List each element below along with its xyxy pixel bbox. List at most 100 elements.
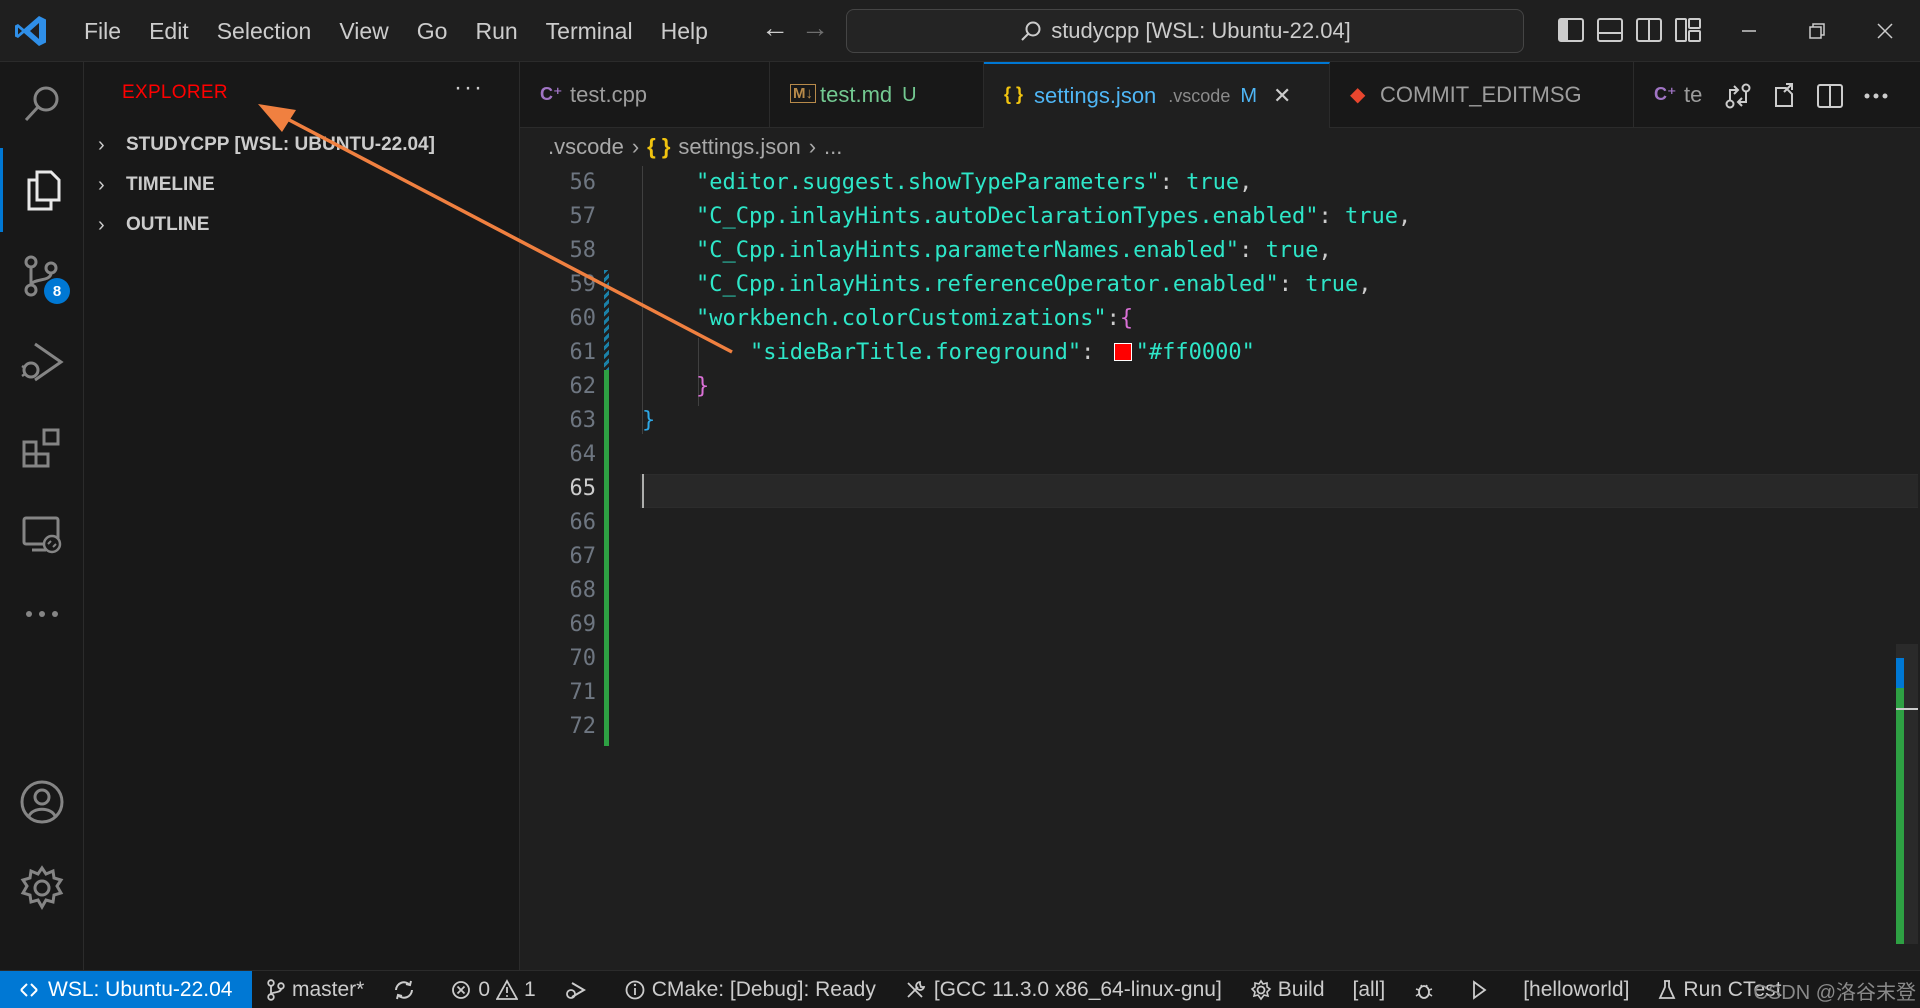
breadcrumb-folder[interactable]: .vscode: [548, 134, 624, 160]
modified-status: M: [1240, 84, 1258, 107]
toggle-secondary-sidebar-icon[interactable]: [1632, 13, 1666, 47]
extensions-icon[interactable]: [0, 406, 84, 490]
tab-label: COMMIT_EDITMSG: [1380, 82, 1582, 107]
breadcrumb-more[interactable]: ...: [824, 134, 842, 160]
problems-item[interactable]: 0 1: [436, 971, 549, 1008]
line-number: 64: [569, 442, 597, 467]
cmake-target-item[interactable]: [all]: [1339, 971, 1400, 1008]
more-actions-icon[interactable]: [1858, 79, 1894, 113]
tab-test-md[interactable]: M↓ test.md U: [770, 62, 984, 128]
tab-settings-json[interactable]: { } settings.json .vscode M ✕: [984, 62, 1330, 128]
debug-bug-icon[interactable]: [1399, 971, 1455, 1008]
source-control-icon[interactable]: 8: [0, 234, 84, 318]
menu-edit[interactable]: Edit: [135, 9, 203, 53]
remote-indicator[interactable]: WSL: Ubuntu-22.04: [0, 970, 252, 1008]
git-branch-item[interactable]: master*: [252, 971, 378, 1008]
gear-icon: [1250, 979, 1272, 1000]
menu-view[interactable]: View: [325, 9, 402, 53]
editor-tab-bar: C⁺ test.cpp M↓ test.md U { } settings.js…: [520, 62, 1920, 128]
vscode-logo-icon: [0, 0, 62, 62]
tab-label: test.md: [820, 82, 893, 107]
line-number: 68: [569, 578, 597, 603]
close-tab-icon[interactable]: ✕: [1273, 83, 1291, 109]
minimize-window-icon[interactable]: [1714, 0, 1784, 62]
go-back-arrow-icon[interactable]: ←: [755, 12, 795, 44]
restore-window-icon[interactable]: [1782, 0, 1852, 62]
run-debug-icon[interactable]: [0, 320, 84, 404]
indent-guide: [642, 166, 643, 434]
section-outline[interactable]: › OUTLINE: [84, 206, 519, 244]
menu-help[interactable]: Help: [647, 9, 722, 53]
beaker-icon: [1659, 979, 1676, 999]
menu-terminal[interactable]: Terminal: [532, 9, 647, 53]
account-icon[interactable]: [0, 760, 84, 844]
cmake-build-button[interactable]: Build: [1236, 971, 1339, 1008]
color-swatch-red[interactable]: [1113, 343, 1132, 361]
sidebar-more-actions-icon[interactable]: ···: [454, 74, 484, 102]
settings-gear-icon[interactable]: [0, 846, 84, 930]
line-number: 57: [569, 204, 597, 229]
section-label: OUTLINE: [126, 214, 210, 235]
search-icon: [1021, 21, 1041, 41]
explorer-files-icon[interactable]: [0, 148, 84, 232]
cpp-file-icon: C⁺: [1654, 84, 1677, 104]
chevron-right-icon: ›: [808, 134, 817, 159]
tools-icon: [907, 980, 926, 998]
line-number: 71: [569, 680, 597, 705]
diff-modified-indicator: [604, 270, 609, 370]
command-center-label: studycpp [WSL: Ubuntu-22.04]: [1051, 18, 1351, 43]
customize-layout-icon[interactable]: [1671, 13, 1705, 47]
close-window-icon[interactable]: [1850, 0, 1920, 62]
open-changes-icon[interactable]: [1720, 79, 1756, 113]
toggle-panel-icon[interactable]: [1593, 13, 1627, 47]
section-label: STUDYCPP [WSL: UBUNTU-22.04]: [126, 134, 435, 155]
remote-explorer-icon[interactable]: [0, 492, 84, 576]
source-control-badge: 8: [44, 278, 70, 304]
tab-commit-editmsg[interactable]: ◆ COMMIT_EDITMSG: [1330, 62, 1634, 128]
title-bar: File Edit Selection View Go Run Terminal…: [0, 0, 1920, 62]
line-number: 63: [569, 408, 597, 433]
cmake-status-item[interactable]: CMake: [Debug]: Ready: [610, 971, 890, 1008]
launch-target-item[interactable]: [helloworld]: [1509, 971, 1643, 1008]
scrollbar-added-marker: [1896, 688, 1904, 944]
toggle-primary-sidebar-icon[interactable]: [1554, 13, 1588, 47]
menu-go[interactable]: Go: [403, 9, 462, 53]
tab-test-cpp[interactable]: C⁺ test.cpp: [520, 62, 770, 128]
section-workspace-folder[interactable]: › STUDYCPP [WSL: UBUNTU-22.04]: [84, 126, 519, 164]
line-number: 60: [569, 306, 597, 331]
line-number: 56: [569, 170, 597, 195]
watermark: CSDN @洛谷末登: [1753, 982, 1916, 1004]
tab-label: settings.json: [1034, 83, 1157, 108]
line-number: 72: [569, 714, 597, 739]
section-label: TIMELINE: [126, 174, 215, 195]
json-file-icon: { }: [647, 134, 671, 159]
run-play-icon[interactable]: [1455, 971, 1509, 1008]
scrollbar-cursor-marker: [1896, 708, 1918, 710]
code-line-62: }: [696, 374, 710, 399]
remote-icon: [20, 982, 38, 997]
go-forward-arrow-icon[interactable]: →: [795, 12, 835, 44]
code-editor[interactable]: 56 57 58 59 60 61 62 63 64 65 66 67 68 6…: [520, 166, 1920, 970]
text-cursor: [642, 474, 644, 508]
sync-changes-icon[interactable]: [378, 971, 436, 1008]
tab-te-partial[interactable]: C⁺ te: [1634, 62, 1720, 128]
line-number: 61: [569, 340, 597, 365]
line-number: 58: [569, 238, 597, 263]
menu-run[interactable]: Run: [461, 9, 531, 53]
breadcrumb-file[interactable]: settings.json: [678, 134, 800, 160]
line-number: 70: [569, 646, 597, 671]
open-file-icon[interactable]: [1766, 79, 1802, 113]
more-views-icon[interactable]: [0, 572, 84, 656]
git-branch-icon: [267, 978, 285, 1001]
live-share-icon[interactable]: [550, 971, 610, 1008]
cmake-kit-item[interactable]: [GCC 11.3.0 x86_64-linux-gnu]: [890, 971, 1236, 1008]
search-icon[interactable]: [0, 62, 84, 146]
command-center-search[interactable]: studycpp [WSL: Ubuntu-22.04]: [846, 9, 1524, 53]
cpp-file-icon: C⁺: [540, 84, 563, 104]
menu-selection[interactable]: Selection: [203, 9, 326, 53]
split-editor-icon[interactable]: [1812, 79, 1848, 113]
section-timeline[interactable]: › TIMELINE: [84, 166, 519, 204]
untracked-status: U: [902, 83, 917, 106]
code-line-61: "sideBarTitle.foreground": "#ff0000": [750, 340, 1255, 365]
menu-file[interactable]: File: [70, 9, 135, 53]
